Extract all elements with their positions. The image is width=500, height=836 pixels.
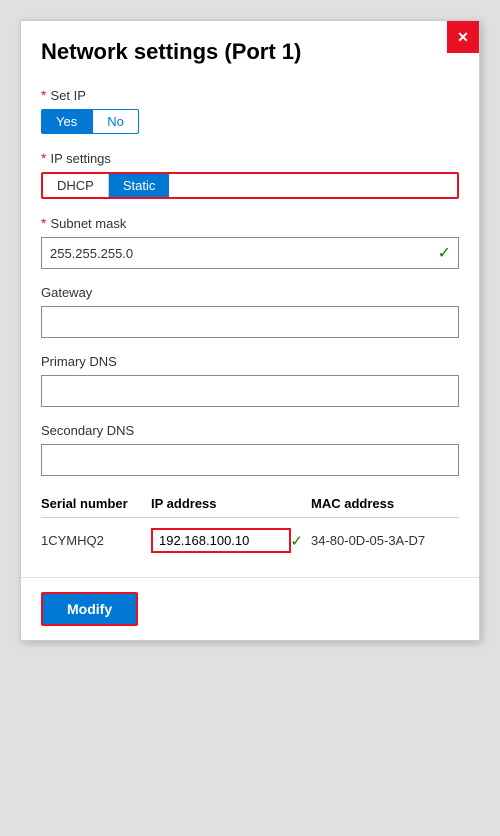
static-button[interactable]: Static	[109, 174, 170, 197]
ip-settings-required: *	[41, 150, 46, 166]
secondary-dns-input-wrapper	[41, 444, 459, 476]
set-ip-group: * Set IP Yes No	[41, 87, 459, 134]
ip-cell-check-icon: ✓	[290, 532, 303, 550]
secondary-dns-group: Secondary DNS	[41, 423, 459, 476]
modify-button[interactable]: Modify	[41, 592, 138, 626]
ip-settings-text: IP settings	[50, 151, 110, 166]
set-ip-no-button[interactable]: No	[92, 109, 139, 134]
dialog-body: * Set IP Yes No * IP settings DHCP Stati…	[21, 77, 479, 577]
subnet-mask-input[interactable]	[41, 237, 459, 269]
ip-cell-wrapper: ✓	[151, 528, 311, 553]
ip-settings-group: * IP settings DHCP Static	[41, 150, 459, 199]
table-row: 1CYMHQ2 ✓ 34-80-0D-05-3A-D7	[41, 524, 459, 557]
dhcp-button[interactable]: DHCP	[43, 174, 109, 197]
subnet-mask-group: * Subnet mask ✓	[41, 215, 459, 269]
col-serial-header: Serial number	[41, 496, 151, 511]
set-ip-label: * Set IP	[41, 87, 459, 103]
primary-dns-input-wrapper	[41, 375, 459, 407]
gateway-input-wrapper	[41, 306, 459, 338]
table-header: Serial number IP address MAC address	[41, 496, 459, 518]
subnet-mask-required: *	[41, 215, 46, 231]
subnet-mask-input-wrapper: ✓	[41, 237, 459, 269]
mac-cell: 34-80-0D-05-3A-D7	[311, 533, 459, 548]
dialog-title: Network settings (Port 1)	[21, 21, 479, 77]
secondary-dns-label: Secondary DNS	[41, 423, 459, 438]
set-ip-yes-button[interactable]: Yes	[41, 109, 92, 134]
gateway-label: Gateway	[41, 285, 459, 300]
col-ip-header: IP address	[151, 496, 311, 511]
secondary-dns-text: Secondary DNS	[41, 423, 134, 438]
dialog-footer: Modify	[21, 577, 479, 640]
close-button[interactable]: ✕	[447, 21, 479, 53]
device-table: Serial number IP address MAC address 1CY…	[41, 496, 459, 557]
col-mac-header: MAC address	[311, 496, 459, 511]
serial-cell: 1CYMHQ2	[41, 533, 151, 548]
ip-cell-input[interactable]	[151, 528, 291, 553]
gateway-text: Gateway	[41, 285, 92, 300]
subnet-mask-check-icon: ✓	[438, 243, 451, 263]
network-settings-dialog: ✕ Network settings (Port 1) * Set IP Yes…	[20, 20, 480, 641]
primary-dns-label: Primary DNS	[41, 354, 459, 369]
ip-mode-toggle: DHCP Static	[41, 172, 459, 199]
gateway-input[interactable]	[41, 306, 459, 338]
set-ip-text: Set IP	[50, 88, 85, 103]
subnet-mask-text: Subnet mask	[50, 216, 126, 231]
primary-dns-group: Primary DNS	[41, 354, 459, 407]
secondary-dns-input[interactable]	[41, 444, 459, 476]
set-ip-toggle: Yes No	[41, 109, 459, 134]
subnet-mask-label: * Subnet mask	[41, 215, 459, 231]
primary-dns-text: Primary DNS	[41, 354, 117, 369]
primary-dns-input[interactable]	[41, 375, 459, 407]
gateway-group: Gateway	[41, 285, 459, 338]
set-ip-required: *	[41, 87, 46, 103]
ip-settings-label: * IP settings	[41, 150, 459, 166]
